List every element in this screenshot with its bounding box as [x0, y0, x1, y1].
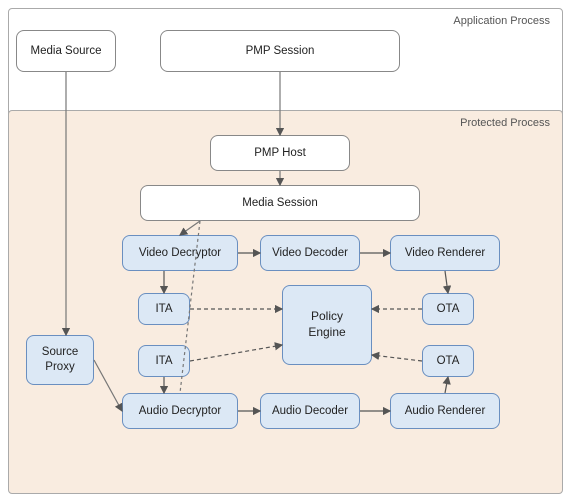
protected-process-label: Protected Process: [460, 117, 550, 129]
ota-top-box: OTA: [422, 293, 474, 325]
diagram: Application Process Protected Process Me…: [0, 0, 571, 502]
pmp-session-box: PMP Session: [160, 30, 400, 72]
media-source-box: Media Source: [16, 30, 116, 72]
video-renderer-box: Video Renderer: [390, 235, 500, 271]
policy-engine-box: Policy Engine: [282, 285, 372, 365]
source-proxy-box: Source Proxy: [26, 335, 94, 385]
audio-decryptor-box: Audio Decryptor: [122, 393, 238, 429]
video-decryptor-box: Video Decryptor: [122, 235, 238, 271]
audio-renderer-box: Audio Renderer: [390, 393, 500, 429]
pmp-host-box: PMP Host: [210, 135, 350, 171]
app-process-label: Application Process: [453, 15, 550, 27]
audio-decoder-box: Audio Decoder: [260, 393, 360, 429]
video-decoder-box: Video Decoder: [260, 235, 360, 271]
ita-bottom-box: ITA: [138, 345, 190, 377]
ita-top-box: ITA: [138, 293, 190, 325]
media-session-box: Media Session: [140, 185, 420, 221]
ota-bottom-box: OTA: [422, 345, 474, 377]
